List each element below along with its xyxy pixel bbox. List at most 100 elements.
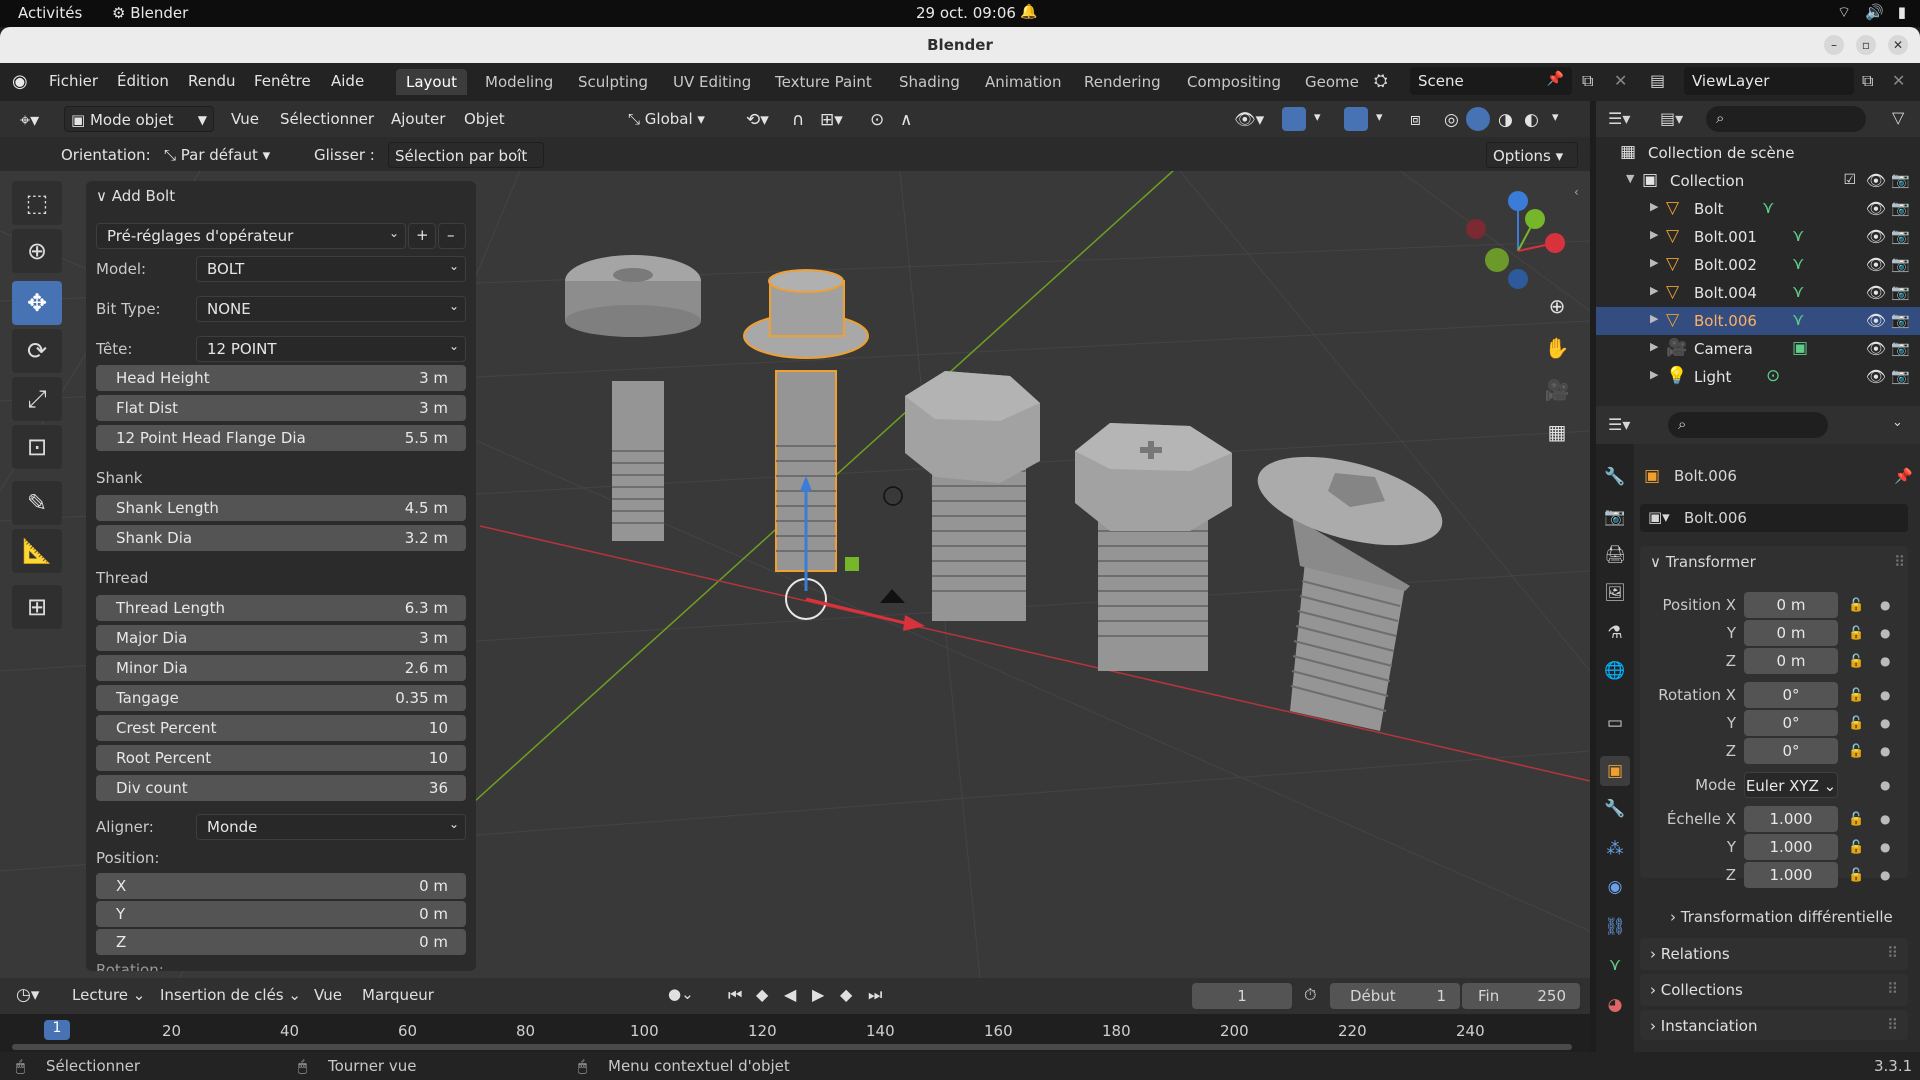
drag-handle-icon[interactable]: ⠿ (1894, 553, 1905, 571)
keying-menu[interactable]: Insertion de clés ⌄ (160, 986, 301, 1004)
disclosure-closed-icon[interactable]: ▶ (1650, 340, 1658, 353)
keyframe-dot-icon[interactable]: ● (1880, 598, 1890, 612)
drag-handle-icon[interactable]: ⠿ (1887, 980, 1898, 998)
clock[interactable]: 29 oct. 09:06 (916, 4, 1016, 22)
blender-logo-icon[interactable]: ◉ (12, 71, 34, 93)
lock-icon[interactable]: 🔓 (1848, 598, 1864, 613)
pin-icon[interactable]: 📌 (1547, 71, 1564, 87)
tab-shading[interactable]: Shading (889, 69, 970, 95)
options-dropdown[interactable]: Options ▾ (1486, 142, 1578, 168)
outliner-item-bolt-001[interactable]: ▶ ▽ Bolt.001 ⋎ 👁 📷 (1596, 223, 1920, 251)
outliner-scene-collection[interactable]: ▦ Collection de scène (1596, 139, 1920, 167)
mesh-data-icon[interactable]: ⋎ (1792, 310, 1804, 330)
eye-icon[interactable]: 👁 (1866, 199, 1886, 218)
eye-icon[interactable]: 👁 (1866, 255, 1886, 274)
lock-icon[interactable]: 🔓 (1848, 716, 1864, 731)
drag-handle-icon[interactable]: ⠿ (1887, 1016, 1898, 1034)
flat-dist-field[interactable]: Flat Dist 3 m (96, 395, 466, 421)
playback-menu[interactable]: Lecture ⌄ (72, 986, 145, 1004)
menu-help[interactable]: Aide (331, 72, 364, 90)
end-frame-field[interactable]: Fin 250 (1462, 983, 1580, 1009)
camera-render-icon[interactable]: 📷 (1891, 339, 1910, 357)
collections-panel[interactable]: › Collections ⠿ (1640, 974, 1908, 1006)
bolt-round-head[interactable] (565, 255, 701, 541)
output-tab-icon[interactable]: 🖨 (1600, 540, 1630, 570)
gizmo-toggle-icon[interactable] (1282, 107, 1306, 131)
keyframe-dot-icon[interactable]: ● (1880, 812, 1890, 826)
menu-file[interactable]: Fichier (49, 72, 98, 90)
camera-render-icon[interactable]: 📷 (1891, 283, 1910, 301)
visibility-icon[interactable]: 👁▾ (1228, 106, 1270, 132)
camera-render-icon[interactable]: 📷 (1891, 171, 1910, 189)
tab-modeling[interactable]: Modeling (475, 69, 563, 95)
disclosure-closed-icon[interactable]: ▶ (1650, 312, 1658, 325)
mesh-data-icon[interactable]: ⋎ (1762, 198, 1774, 218)
camera-render-icon[interactable]: 📷 (1891, 367, 1910, 385)
keyframe-dot-icon[interactable]: ● (1880, 744, 1890, 758)
disclosure-closed-icon[interactable]: ▶ (1650, 256, 1658, 269)
camera-render-icon[interactable]: 📷 (1891, 311, 1910, 329)
scene-field[interactable]: Scene 📌 (1410, 67, 1572, 95)
rendered-shading-icon[interactable]: ◐ (1518, 106, 1545, 132)
mesh-data-icon[interactable]: ⋎ (1792, 282, 1804, 302)
record-icon[interactable]: ●⌄ (668, 985, 694, 1003)
location-y-field[interactable]: 0 m (1744, 620, 1838, 646)
gizmo-dropdown-icon[interactable]: ▾ (1308, 106, 1327, 132)
checkbox-icon[interactable]: ☑ (1843, 172, 1856, 188)
camera-view-icon[interactable]: 🎥 (1540, 373, 1574, 407)
camera-render-icon[interactable]: 📷 (1891, 227, 1910, 245)
remove-preset-button[interactable]: – (438, 223, 466, 249)
zoom-icon[interactable]: ⊕ (1540, 289, 1574, 323)
marker-menu[interactable]: Marqueur (362, 986, 434, 1004)
render-tab-icon[interactable]: 📷 (1600, 502, 1630, 532)
menu-select[interactable]: Sélectionner (274, 106, 380, 132)
editor-type-icon[interactable]: ⌖▾ (14, 106, 45, 132)
scale-z-field[interactable]: 1.000 (1744, 862, 1838, 888)
properties-search-input[interactable]: ⌕ (1668, 412, 1828, 438)
menu-object[interactable]: Objet (458, 106, 511, 132)
outliner-editor-icon[interactable]: ☰▾ (1608, 109, 1630, 128)
outliner-item-light[interactable]: ▶ 💡 Light ⊙ 👁 📷 (1596, 363, 1920, 391)
timeline-view-menu[interactable]: Vue (314, 986, 342, 1004)
snap-icon[interactable]: ∩ (786, 106, 810, 132)
system-tray[interactable]: ⌔ 🔊 ▮ (1837, 3, 1906, 22)
select-box-icon[interactable]: ⬚ (12, 181, 62, 225)
lock-icon[interactable]: 🔓 (1848, 812, 1864, 827)
new-viewlayer-icon[interactable]: ⧉ (1862, 71, 1873, 91)
sidebar-toggle-icon[interactable]: ‹ (1574, 185, 1579, 199)
pivot-icon[interactable]: ⟲▾ (740, 106, 775, 132)
instancing-panel[interactable]: › Instanciation ⠿ (1640, 1010, 1908, 1040)
minor-dia-field[interactable]: Minor Dia 2.6 m (96, 655, 466, 681)
pin-icon[interactable]: 📌 (1894, 467, 1913, 485)
disclosure-closed-icon[interactable]: ▶ (1650, 368, 1658, 381)
align-dropdown[interactable]: Monde ⌄ (196, 814, 466, 840)
lock-icon[interactable]: 🔓 (1848, 868, 1864, 883)
model-dropdown[interactable]: BOLT ⌄ (196, 256, 466, 282)
lock-icon[interactable]: 🔓 (1848, 626, 1864, 641)
location-x-field[interactable]: 0 m (1744, 592, 1838, 618)
relations-panel[interactable]: › Relations ⠿ (1640, 938, 1908, 970)
root-percent-field[interactable]: Root Percent 10 (96, 745, 466, 771)
shading-dropdown-icon[interactable]: ▾ (1546, 106, 1565, 132)
tab-sculpting[interactable]: Sculpting (568, 69, 658, 95)
outliner-item-bolt[interactable]: ▶ ▽ Bolt ⋎ 👁 📷 (1596, 195, 1920, 223)
rotation-z-field[interactable]: 0° (1744, 738, 1838, 764)
bolt-countersunk[interactable] (1248, 440, 1451, 731)
tab-rendering[interactable]: Rendering (1074, 69, 1171, 95)
tab-uv-editing[interactable]: UV Editing (663, 69, 761, 95)
play-icon[interactable]: ▶ (812, 985, 824, 1004)
move-icon[interactable]: ✥ (12, 281, 62, 325)
shank-dia-field[interactable]: Shank Dia 3.2 m (96, 525, 466, 551)
overlay-dropdown-icon[interactable]: ▾ (1370, 106, 1389, 132)
scene-selector-icon[interactable]: ⛭ (1374, 71, 1388, 91)
overlay-toggle-icon[interactable] (1344, 107, 1368, 131)
timeline-scrollbar[interactable] (12, 1044, 1572, 1050)
properties-editor-icon[interactable]: ☰▾ (1608, 415, 1630, 434)
head-dropdown[interactable]: 12 POINT ⌄ (196, 336, 466, 362)
prev-keyframe-icon[interactable]: ◆ (756, 985, 768, 1004)
keyframe-dot-icon[interactable]: ● (1880, 654, 1890, 668)
mesh-data-icon[interactable]: ⋎ (1792, 226, 1804, 246)
options-chevron-icon[interactable]: ⌄ (1892, 415, 1903, 430)
add-cube-icon[interactable]: ⊞ (12, 585, 62, 629)
lock-icon[interactable]: 🔓 (1848, 654, 1864, 669)
